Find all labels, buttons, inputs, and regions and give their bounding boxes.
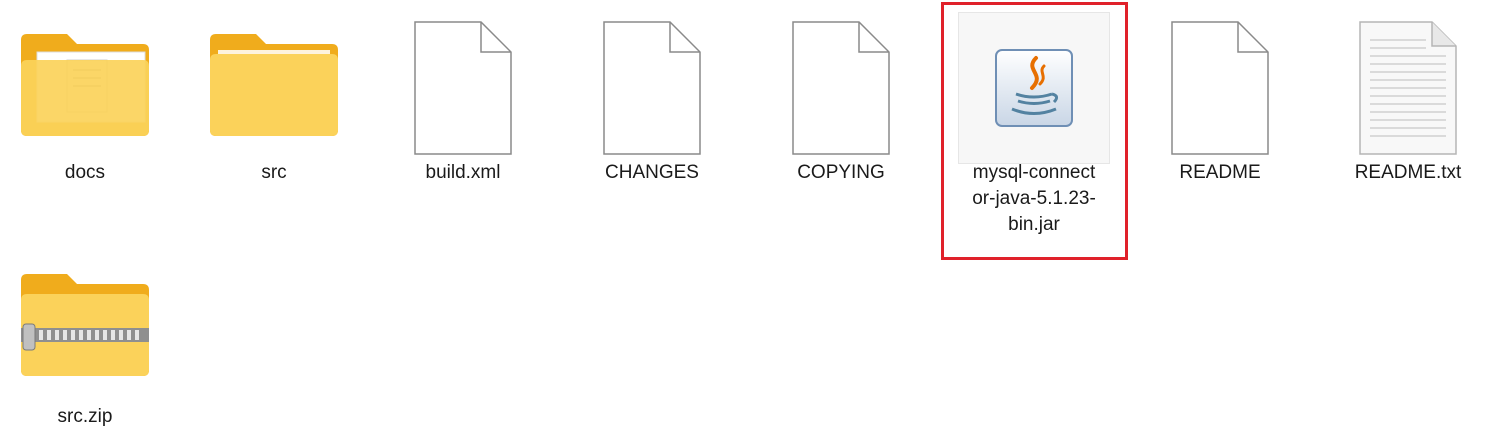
folder-icon <box>184 0 364 150</box>
file-label: build.xml <box>425 162 501 183</box>
file-label: CHANGES <box>605 162 699 183</box>
file-label: README <box>1179 162 1261 183</box>
file-label: src.zip <box>57 406 113 427</box>
text-file-icon <box>1318 0 1494 155</box>
file-label: docs <box>64 162 106 183</box>
blank-file-icon <box>1130 0 1310 155</box>
blank-file-icon <box>751 0 931 155</box>
file-label: README.txt <box>1354 162 1462 183</box>
file-label: src <box>261 162 287 183</box>
blank-file-icon <box>562 0 742 155</box>
zip-folder-icon <box>0 242 175 392</box>
blank-file-icon <box>373 0 553 155</box>
java-jar-icon <box>944 0 1124 150</box>
file-label: COPYING <box>797 162 885 183</box>
file-label: mysql-connect or-java-5.1.23- bin.jar <box>972 162 1096 235</box>
folder-with-documents-icon <box>0 0 175 150</box>
